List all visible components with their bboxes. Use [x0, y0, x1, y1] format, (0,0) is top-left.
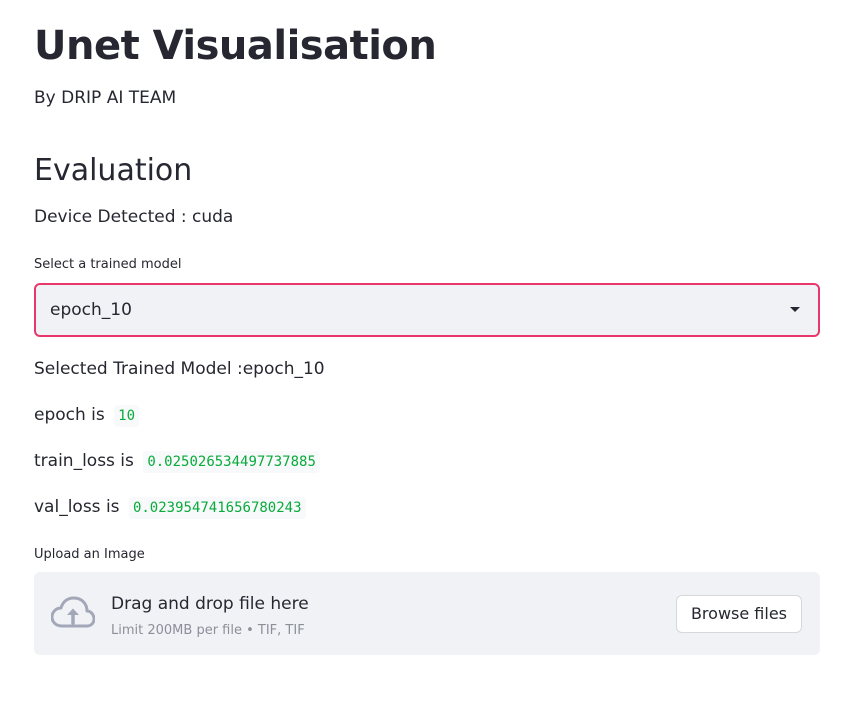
byline-text: By DRIP AI TEAM [34, 88, 177, 108]
stat-epoch-label: epoch is [34, 405, 105, 425]
stat-epoch-value: 10 [114, 405, 140, 427]
model-select-label: Select a trained model [34, 257, 182, 272]
stat-train-loss-value: 0.025026534497737885 [143, 451, 320, 473]
stat-val-loss: val_loss is 0.023954741656780243 [34, 496, 306, 519]
device-detected-text: Device Detected : cuda [34, 207, 234, 227]
section-heading-evaluation: Evaluation [34, 153, 193, 188]
stat-val-loss-label: val_loss is [34, 497, 120, 517]
selected-model-text: Selected Trained Model :epoch_10 [34, 359, 325, 379]
file-dropzone[interactable]: Drag and drop file here Limit 200MB per … [34, 572, 820, 655]
browse-files-button[interactable]: Browse files [675, 595, 802, 633]
cloud-upload-icon [51, 596, 95, 628]
stat-train-loss-label: train_loss is [34, 451, 134, 471]
stat-epoch: epoch is 10 [34, 404, 140, 427]
dropzone-limit-text: Limit 200MB per file • TIF, TIF [111, 623, 305, 638]
upload-label: Upload an Image [34, 547, 145, 562]
stat-val-loss-value: 0.023954741656780243 [128, 497, 306, 519]
page-title: Unet Visualisation [34, 23, 437, 69]
model-select-value: epoch_10 [50, 300, 132, 320]
model-select-dropdown[interactable]: epoch_10 [34, 283, 820, 337]
caret-down-icon [790, 307, 800, 312]
dropzone-instructions: Drag and drop file here [111, 594, 309, 614]
stat-train-loss: train_loss is 0.025026534497737885 [34, 450, 320, 473]
